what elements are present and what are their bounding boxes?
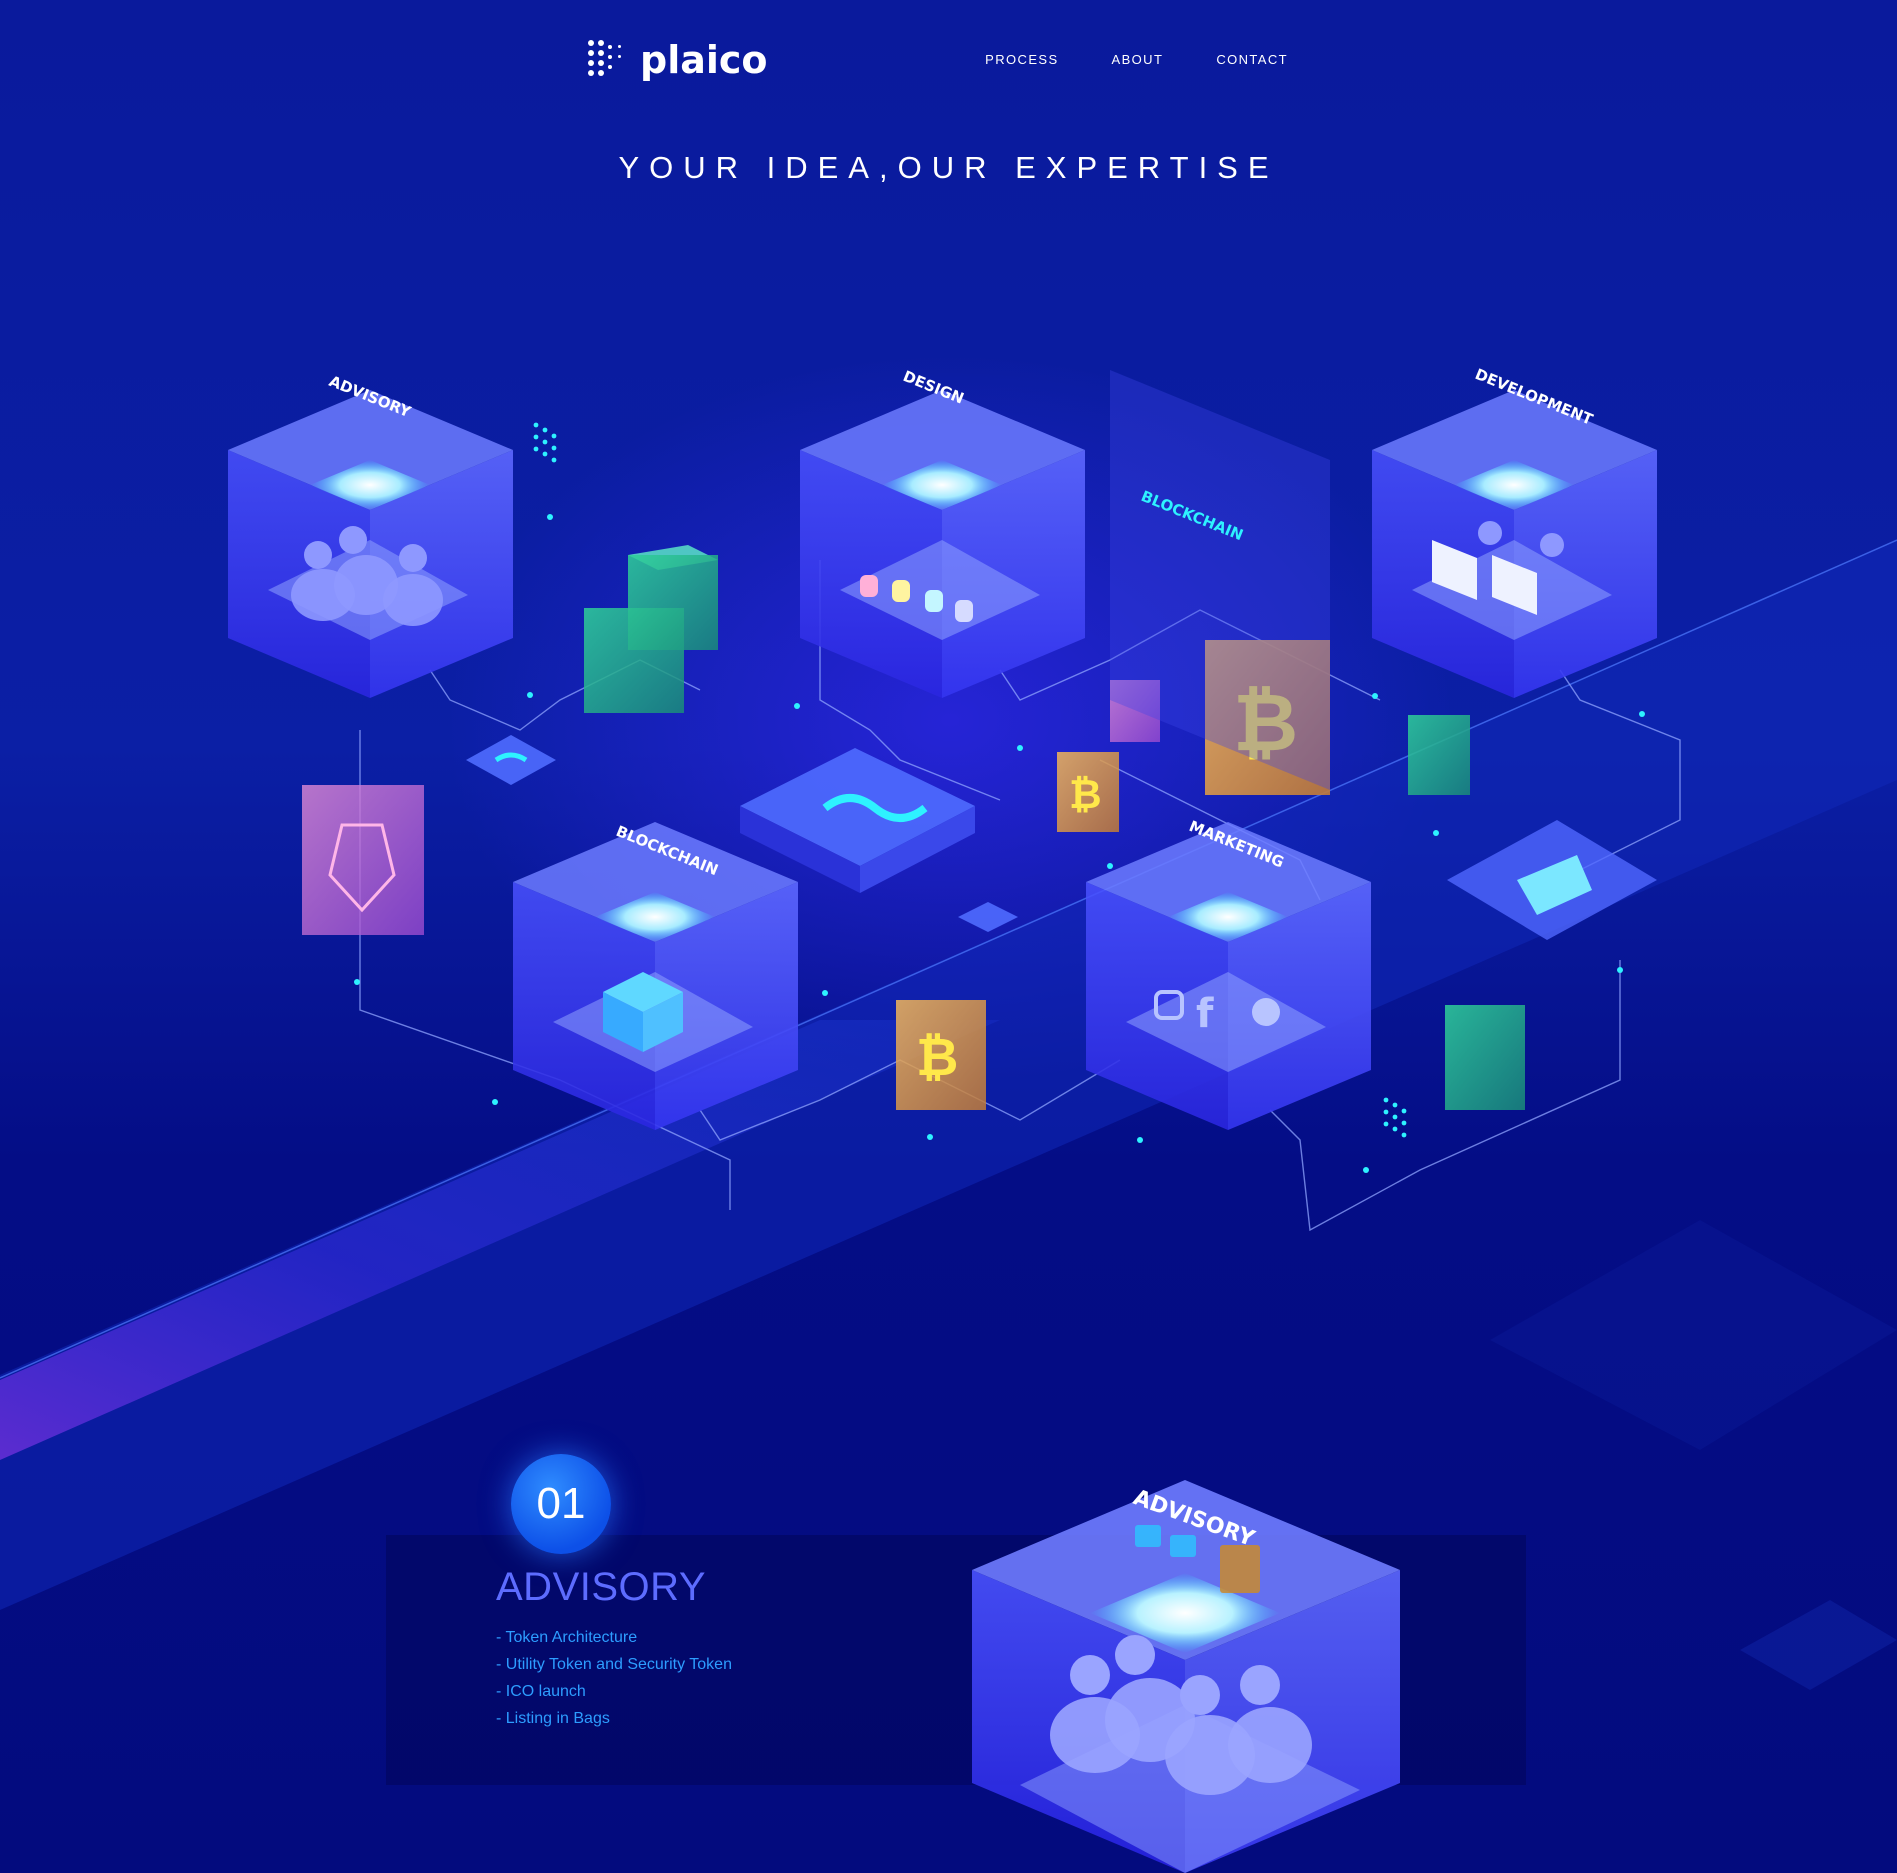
advisory-cube-large: ADVISORY — [972, 1480, 1400, 1873]
eos-box-pink — [302, 785, 424, 935]
svg-text:f: f — [1196, 991, 1214, 1037]
ripple-box-green — [584, 608, 684, 713]
logo-text: plaico — [640, 38, 768, 82]
link-platform-small — [466, 735, 556, 785]
nav-link-process[interactable]: PROCESS — [985, 52, 1058, 67]
section-title: ADVISORY — [496, 1565, 706, 1609]
nav-menu: PROCESS ABOUT CONTACT — [985, 52, 1288, 67]
email-platform — [1447, 820, 1657, 940]
logo-dots-icon — [588, 38, 632, 82]
ripple-box-green-lower — [1445, 1005, 1525, 1110]
step-number-badge: 01 — [511, 1454, 611, 1554]
bitcoin-box-gold-small: ₿ — [1057, 752, 1119, 832]
svg-text:₿: ₿ — [916, 1028, 958, 1088]
ripple-box-green-right — [1408, 715, 1470, 795]
list-item: - Listing in Bags — [496, 1710, 610, 1727]
list-item: - ICO launch — [496, 1683, 586, 1700]
list-item: - Utility Token and Security Token — [496, 1656, 732, 1673]
top-navigation: plaico PROCESS ABOUT CONTACT — [588, 36, 1288, 84]
nav-link-about[interactable]: ABOUT — [1112, 52, 1164, 67]
bitcoin-box-gold-lower: ₿ — [896, 1000, 986, 1110]
svg-text:₿: ₿ — [1069, 772, 1102, 818]
cube-advisory — [228, 390, 513, 698]
hero-title: YOUR IDEA,OUR EXPERTISE — [618, 150, 1279, 185]
cube-marketing: f — [1086, 822, 1371, 1130]
nav-link-contact[interactable]: CONTACT — [1216, 52, 1288, 67]
isometric-illustration: ADVISORY DESIGN DEVELOPMENT BLOCKCHAIN f… — [228, 365, 1681, 1232]
list-item: - Token Architecture — [496, 1629, 638, 1646]
cube-design — [800, 390, 1085, 698]
logo[interactable]: plaico — [588, 38, 768, 82]
cube-blockchain — [513, 822, 798, 1130]
link-platform-mini — [958, 902, 1018, 932]
cube-development — [1372, 390, 1657, 698]
link-platform-center — [740, 748, 975, 893]
section-list: - Token Architecture - Utility Token and… — [496, 1624, 732, 1732]
